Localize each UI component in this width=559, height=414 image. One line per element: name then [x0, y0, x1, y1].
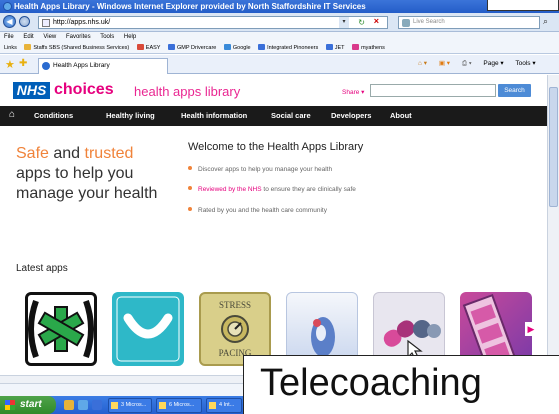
scrollbar-thumb[interactable] [549, 87, 558, 207]
main-nav: ⌂ Conditions Healthy living Health infor… [0, 106, 547, 126]
athens-icon [352, 44, 360, 50]
health-apps-library-title: health apps library [134, 84, 241, 99]
teal-smile-app-icon[interactable] [112, 292, 184, 366]
window-titlebar: Health Apps Library - Windows Internet E… [0, 0, 559, 13]
start-button[interactable]: start [0, 396, 56, 414]
nav-healthy-living[interactable]: Healthy living [106, 106, 155, 126]
nav-about[interactable]: About [390, 106, 412, 126]
address-dropdown-icon[interactable]: ▾ [339, 17, 349, 28]
ie-page-icon [325, 44, 333, 50]
print-icon[interactable]: ⎙ ▾ [462, 60, 472, 67]
hero-line-1: Safe and trusted [16, 145, 134, 162]
welcome-bullet-1: Discover apps to help you manage your he… [188, 166, 332, 173]
link-easy[interactable]: EASY [136, 43, 160, 54]
quicklaunch-outlook-icon[interactable] [92, 400, 102, 410]
next-apps-arrow-icon[interactable]: ▶ [525, 322, 537, 336]
menu-view[interactable]: View [43, 34, 56, 40]
tab-health-apps-library[interactable]: Health Apps Library [38, 58, 168, 74]
nav-conditions[interactable]: Conditions [34, 106, 73, 126]
folder-icon [24, 44, 32, 50]
links-label: Links [4, 45, 17, 51]
address-field[interactable]: http://apps.nhs.uk/ ▾ ↻ × [38, 16, 388, 29]
ie-page-icon [258, 44, 266, 50]
link-staffs-sbs[interactable]: Staffs SBS (Shared Business Services) [24, 43, 129, 54]
stress-label: STRESS [218, 300, 251, 310]
nav-social-care[interactable]: Social care [271, 106, 311, 126]
refresh-icon[interactable]: ↻ [358, 17, 365, 28]
taskbar-item-1[interactable]: 3 Micros... [108, 398, 152, 413]
share-button[interactable]: Share ▾ [342, 88, 364, 96]
menu-bar: File Edit View Favorites Tools Help [0, 32, 559, 43]
green-asterisk-app-icon[interactable] [25, 292, 97, 366]
command-bar: ⌂ ▾ ▣ ▾ ⎙ ▾ Page ▾ Tools ▾ [418, 59, 546, 68]
windows-logo-icon [5, 400, 15, 410]
reviewed-by-nhs-link[interactable]: Reviewed by the NHS [198, 186, 262, 193]
tools-menu[interactable]: Tools ▾ [515, 60, 535, 67]
link-integrated-pinoneers[interactable]: Integrated Pinoneers [258, 43, 318, 54]
live-search-icon [402, 19, 410, 27]
live-search-placeholder: Live Search [413, 19, 445, 25]
links-bar: Links Staffs SBS (Shared Business Servic… [0, 43, 559, 54]
tab-bar: ★ ✚ Health Apps Library ⌂ ▾ ▣ ▾ ⎙ ▾ Page… [0, 55, 559, 74]
ie-icon [209, 402, 216, 409]
page-menu[interactable]: Page ▾ [483, 60, 503, 67]
caption-text: Telecoaching [260, 362, 482, 404]
menu-file[interactable]: File [4, 34, 14, 40]
address-url: http://apps.nhs.uk/ [53, 19, 111, 26]
link-google[interactable]: Google [223, 43, 251, 54]
latest-apps-heading: Latest apps [16, 263, 68, 274]
word-icon [159, 402, 166, 409]
gauge-icon [221, 315, 249, 343]
home-icon[interactable]: ⌂ ▾ [418, 60, 427, 67]
welcome-bullet-3: Rated by you and the health care communi… [188, 207, 327, 214]
menu-tools[interactable]: Tools [100, 34, 114, 40]
taskbar-item-3[interactable]: 4 Int... [206, 398, 242, 413]
quicklaunch-ie-icon[interactable] [78, 400, 88, 410]
add-favorites-icon[interactable]: ✚ [19, 58, 27, 69]
google-icon [223, 44, 231, 50]
status-bar [0, 383, 243, 396]
menu-help[interactable]: Help [124, 34, 136, 40]
welcome-bullet-2: Reviewed by the NHS to ensure they are c… [188, 186, 356, 193]
welcome-heading: Welcome to the Health Apps Library [188, 141, 364, 153]
overlapping-window-corner [487, 0, 559, 11]
nav-health-information[interactable]: Health information [181, 106, 247, 126]
nav-developers[interactable]: Developers [331, 106, 371, 126]
link-myathens[interactable]: myathens [352, 43, 385, 54]
favorites-star-icon[interactable]: ★ [5, 58, 15, 71]
tab-label: Health Apps Library [53, 62, 110, 69]
forward-button[interactable] [19, 16, 30, 27]
page-icon [42, 19, 50, 27]
choices-logo-text[interactable]: choices [54, 81, 114, 99]
quicklaunch-folder-icon[interactable] [64, 400, 74, 410]
link-icon [136, 44, 144, 50]
internet-explorer-icon [3, 2, 12, 11]
menu-edit[interactable]: Edit [23, 34, 33, 40]
bullet-dot-icon [188, 207, 192, 211]
stop-icon[interactable]: × [374, 16, 379, 27]
live-search-input[interactable]: Live Search [398, 16, 540, 29]
word-icon [111, 402, 118, 409]
site-search-input[interactable] [370, 84, 496, 97]
home-nav-icon[interactable]: ⌂ [9, 110, 19, 120]
taskbar-item-2[interactable]: 6 Micros... [156, 398, 202, 413]
hero-line-2: apps to help you [16, 165, 134, 182]
address-toolbar: ◀ http://apps.nhs.uk/ ▾ ↻ × Live Search … [0, 13, 559, 32]
window-title: Health Apps Library - Windows Internet E… [14, 2, 366, 11]
hero-line-3: manage your health [16, 185, 158, 202]
vertical-scrollbar[interactable] [547, 75, 559, 375]
nhs-logo[interactable]: NHS [13, 82, 50, 99]
bullet-dot-icon [188, 186, 192, 190]
site-search-button[interactable]: Search [498, 84, 531, 97]
tab-page-icon [42, 62, 50, 70]
search-go-icon[interactable]: ⌕ [543, 16, 557, 29]
ie-page-icon [168, 44, 176, 50]
link-gmp-drivercare[interactable]: GMP Drivercare [168, 43, 216, 54]
link-jet[interactable]: JET [325, 43, 345, 54]
bullet-dot-icon [188, 166, 192, 170]
horizontal-scrollbar[interactable] [0, 375, 243, 383]
menu-favorites[interactable]: Favorites [66, 34, 91, 40]
back-button[interactable]: ◀ [3, 15, 16, 28]
feeds-icon[interactable]: ▣ ▾ [439, 60, 450, 67]
